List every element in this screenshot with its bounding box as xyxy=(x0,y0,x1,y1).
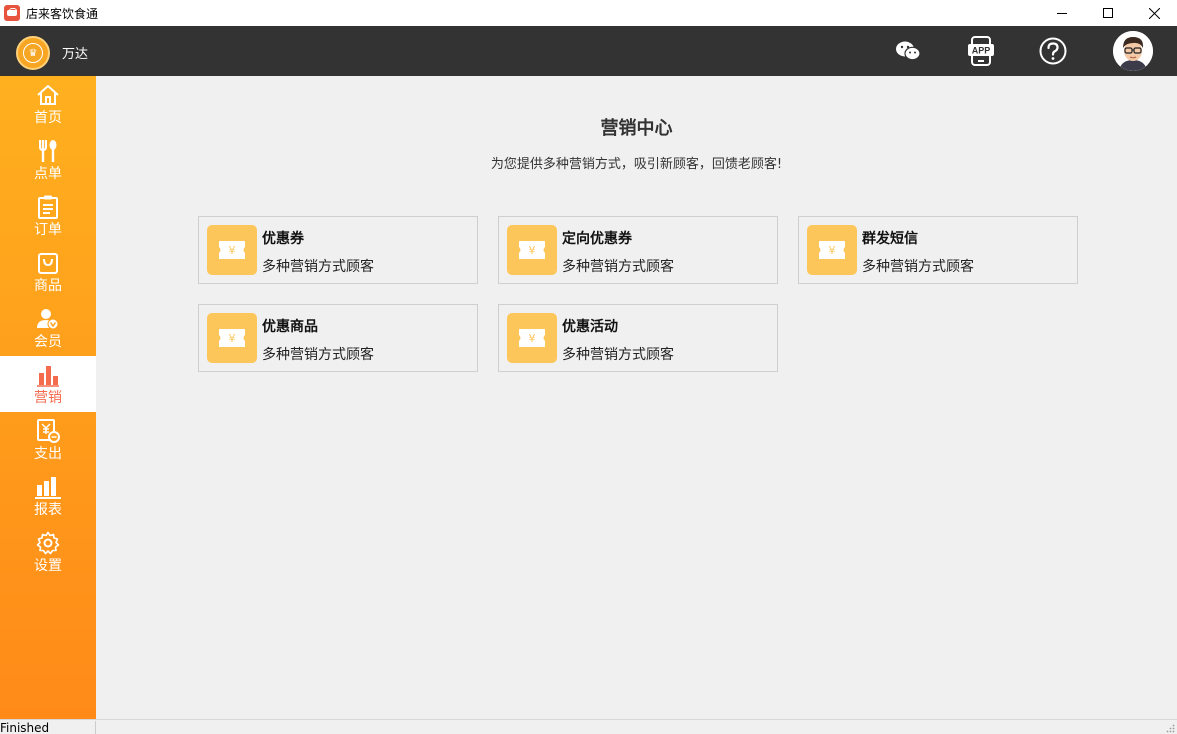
sidebar-item-label: 支出 xyxy=(34,446,62,462)
window-title: 店来客饮食通 xyxy=(26,6,99,21)
page-subtitle: 为您提供多种营销方式，吸引新顾客，回馈老顾客! xyxy=(490,157,783,172)
maximize-icon xyxy=(1103,8,1113,18)
help-button[interactable] xyxy=(1038,36,1068,66)
sidebar-item-label: 营销 xyxy=(34,390,62,406)
sidebar-item-home[interactable]: 首页 xyxy=(0,76,96,132)
store-logo-icon: ♛ xyxy=(23,43,43,63)
ticket-icon: ¥ xyxy=(507,313,557,363)
wechat-icon xyxy=(896,41,921,61)
store-name: 万达 xyxy=(62,47,89,62)
sidebar-item-label: 点单 xyxy=(34,166,62,182)
app-download-icon: APP xyxy=(968,36,994,66)
app-download-button[interactable]: APP xyxy=(966,36,996,66)
sidebar-item-expenses[interactable]: 支出 xyxy=(0,412,96,468)
sidebar-item-label: 会员 xyxy=(34,334,62,350)
sidebar-item-members[interactable]: 会员 xyxy=(0,300,96,356)
sidebar-item-label: 订单 xyxy=(34,222,62,238)
sidebar: 首页 点单 订单 商品 会员 营销 支出 报表 设置 xyxy=(0,76,96,719)
card-description: 多种营销方式顾客 xyxy=(562,347,674,363)
card-description: 多种营销方式顾客 xyxy=(262,347,374,363)
svg-text:¥: ¥ xyxy=(529,332,536,345)
bar-chart-icon xyxy=(35,362,61,388)
expense-icon xyxy=(35,418,61,444)
sidebar-item-order[interactable]: 点单 xyxy=(0,132,96,188)
maximize-button[interactable] xyxy=(1085,0,1131,26)
sidebar-item-label: 商品 xyxy=(34,278,62,294)
card-coupon[interactable]: ¥ 优惠券 多种营销方式顾客 xyxy=(198,216,478,284)
svg-text:¥: ¥ xyxy=(229,244,236,257)
sidebar-item-label: 首页 xyxy=(34,110,62,126)
card-title: 群发短信 xyxy=(862,231,918,247)
svg-text:APP: APP xyxy=(972,46,991,56)
card-description: 多种营销方式顾客 xyxy=(862,259,974,275)
card-discount-products[interactable]: ¥ 优惠商品 多种营销方式顾客 xyxy=(198,304,478,372)
sidebar-item-label: 设置 xyxy=(34,558,62,574)
card-title: 优惠券 xyxy=(262,231,304,247)
sidebar-item-products[interactable]: 商品 xyxy=(0,244,96,300)
ticket-icon: ¥ xyxy=(207,225,257,275)
member-icon xyxy=(35,306,61,332)
gear-icon xyxy=(35,530,61,556)
svg-text:¥: ¥ xyxy=(529,244,536,257)
ticket-icon: ¥ xyxy=(207,313,257,363)
status-divider xyxy=(95,721,96,734)
close-icon xyxy=(1148,7,1160,19)
app-header: ♛ 万达 APP xyxy=(0,26,1177,76)
page-title: 营销中心 xyxy=(600,118,673,139)
minimize-button[interactable] xyxy=(1039,0,1085,26)
minimize-icon xyxy=(1057,13,1067,14)
shopping-bag-icon xyxy=(35,250,61,276)
sidebar-item-orders[interactable]: 订单 xyxy=(0,188,96,244)
ticket-icon: ¥ xyxy=(507,225,557,275)
app-logo-icon xyxy=(4,5,20,21)
card-title: 优惠商品 xyxy=(262,319,318,335)
resize-grip-icon[interactable] xyxy=(1165,723,1175,733)
sidebar-item-label: 报表 xyxy=(34,502,62,518)
card-description: 多种营销方式顾客 xyxy=(262,259,374,275)
svg-text:¥: ¥ xyxy=(229,332,236,345)
user-avatar[interactable] xyxy=(1113,31,1153,71)
svg-text:¥: ¥ xyxy=(829,244,836,257)
status-text: Finished xyxy=(0,721,50,734)
sidebar-item-reports[interactable]: 报表 xyxy=(0,468,96,524)
card-title: 定向优惠券 xyxy=(562,231,632,247)
sidebar-item-settings[interactable]: 设置 xyxy=(0,524,96,580)
wechat-button[interactable] xyxy=(893,36,923,66)
status-bar: Finished xyxy=(0,719,1177,734)
card-targeted-coupon[interactable]: ¥ 定向优惠券 多种营销方式顾客 xyxy=(498,216,778,284)
fork-spoon-icon xyxy=(35,138,61,164)
home-icon xyxy=(35,82,61,108)
card-bulk-sms[interactable]: ¥ 群发短信 多种营销方式顾客 xyxy=(798,216,1078,284)
avatar-image xyxy=(1113,31,1153,71)
window-titlebar: 店来客饮食通 xyxy=(0,0,1177,26)
ticket-icon: ¥ xyxy=(807,225,857,275)
window-controls xyxy=(1039,0,1177,26)
close-button[interactable] xyxy=(1131,0,1177,26)
clipboard-icon xyxy=(35,194,61,220)
report-icon xyxy=(35,474,61,500)
card-description: 多种营销方式顾客 xyxy=(562,259,674,275)
card-title: 优惠活动 xyxy=(562,319,618,335)
store-logo[interactable]: ♛ xyxy=(16,36,50,70)
help-icon xyxy=(1039,37,1067,65)
card-promotions[interactable]: ¥ 优惠活动 多种营销方式顾客 xyxy=(498,304,778,372)
main-content: 营销中心 为您提供多种营销方式，吸引新顾客，回馈老顾客! ¥ 优惠券 多种营销方… xyxy=(96,76,1177,719)
sidebar-item-marketing[interactable]: 营销 xyxy=(0,356,96,412)
